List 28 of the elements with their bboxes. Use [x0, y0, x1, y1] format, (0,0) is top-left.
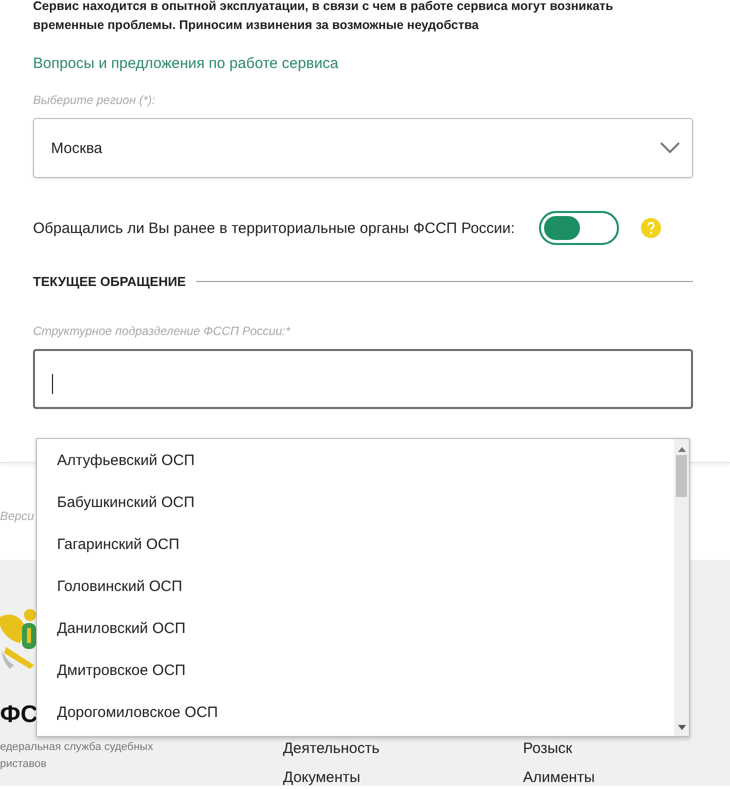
logo-text: ФС [0, 701, 38, 729]
dropdown-option[interactable]: Дорогомиловское ОСП [57, 701, 218, 725]
department-input-field[interactable] [33, 349, 693, 409]
dropdown-option[interactable]: Дмитровское ОСП [57, 659, 186, 683]
organization-name: риставов [0, 757, 48, 772]
organization-name: едеральная служба судебных [0, 740, 154, 755]
section-title: ТЕКУЩЕЕ ОБРАЩЕНИЕ [33, 274, 186, 289]
version-text: Верси [0, 509, 34, 523]
dropdown-option[interactable]: Алтуфьевский ОСП [57, 449, 195, 473]
service-notice: Сервис находится в опытной эксплуатации, в связи с чем в работе сервиса могут возникать временные проблемы. Приносим извинения за возможные неудобства [33, 0, 614, 34]
scroll-down-icon[interactable] [678, 724, 686, 730]
toggle-switch[interactable] [538, 211, 619, 245]
chevron-down-icon [660, 142, 680, 154]
scroll-up-icon[interactable] [678, 447, 686, 453]
dropdown-option[interactable]: Бабушкинский ОСП [57, 491, 194, 515]
footer-link[interactable]: Деятельность [283, 740, 380, 757]
dropdown-option[interactable]: Головинский ОСП [57, 575, 182, 599]
department-label: Структурное подразделение ФССП России:* [33, 324, 290, 338]
footer-link[interactable]: Документы [283, 769, 360, 786]
previous-appeal-label: Обращались ли Вы ранее в территориальные органы ФССП России: [33, 220, 515, 236]
dropdown-option[interactable]: Даниловский ОСП [57, 617, 186, 641]
region-select[interactable]: Москва [33, 118, 693, 178]
scrollbar-thumb[interactable] [676, 455, 687, 497]
feedback-link[interactable]: Вопросы и предложения по работе сервиса [33, 55, 338, 72]
dropdown-option[interactable]: Гагаринский ОСП [57, 533, 180, 557]
footer-link[interactable]: Розыск [523, 740, 572, 757]
region-label: Выберите регион (*): [33, 93, 156, 107]
footer-link[interactable]: Алименты [523, 769, 595, 786]
